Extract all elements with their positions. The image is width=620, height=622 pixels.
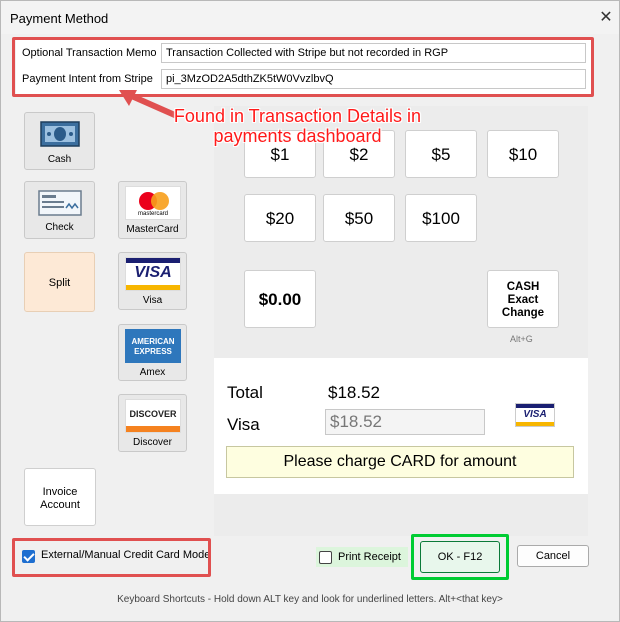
amount-zero-button[interactable]: $0.00 — [244, 270, 316, 328]
check-icon — [38, 190, 82, 216]
cash-exact-line1: CASH — [506, 281, 540, 293]
invoice-account-label: Invoice Account — [40, 486, 80, 511]
memo-input[interactable]: Transaction Collected with Stripe but no… — [161, 43, 586, 63]
discover-label: Discover — [133, 437, 172, 448]
cash-exact-line2: Exact — [507, 294, 539, 306]
total-label: Total — [227, 383, 263, 402]
title-bar: Payment Method ✕ — [0, 0, 620, 34]
memo-label: Optional Transaction Memo — [22, 47, 157, 59]
amount-50-button[interactable]: $50 — [323, 194, 395, 242]
cash-label: Cash — [47, 154, 72, 165]
check-label: Check — [45, 222, 74, 233]
discover-logo-stripe — [126, 426, 180, 432]
split-label: Split — [48, 277, 71, 289]
cash-button[interactable]: Cash — [24, 112, 95, 170]
close-icon[interactable]: ✕ — [596, 8, 616, 28]
keyboard-shortcuts-hint: Keyboard Shortcuts - Hold down ALT key a… — [117, 594, 503, 605]
visa-label: Visa — [142, 295, 163, 306]
mastercard-logo: mastercard — [125, 186, 181, 220]
total-value: $18.52 — [328, 383, 380, 402]
annotation-text: Found in Transaction Details in payments… — [173, 106, 422, 146]
discover-logo-text: DISCOVER — [129, 409, 177, 419]
visa-logo: VISA — [125, 257, 181, 291]
amount-20-button[interactable]: $20 — [244, 194, 316, 242]
invoice-account-button[interactable]: Invoice Account — [24, 468, 96, 526]
intent-input[interactable]: pi_3MzOD2A5dthZK5tW0VvzlbvQ — [161, 69, 586, 89]
visa-card-icon-text: VISA — [523, 409, 547, 420]
visa-total-label: Visa — [227, 415, 260, 434]
amex-logo: AMERICAN EXPRESS — [125, 329, 181, 363]
check-button[interactable]: Check — [24, 181, 95, 239]
cash-exact-line3: Change — [501, 307, 545, 319]
amex-logo-top: AMERICAN — [131, 337, 175, 346]
print-receipt-label: Print Receipt — [338, 551, 401, 563]
manual-mode-checkbox[interactable] — [22, 550, 35, 563]
visa-logo-top-stripe — [126, 258, 180, 263]
visa-logo-text: VISA — [134, 264, 172, 281]
mastercard-logo-text: mastercard — [137, 211, 168, 217]
amount-10-button[interactable]: $10 — [487, 130, 559, 178]
memo-panel: Optional Transaction Memo Transaction Co… — [16, 38, 594, 96]
cash-icon — [40, 121, 80, 147]
cancel-button[interactable]: Cancel — [517, 545, 589, 567]
cash-exact-change-button[interactable]: CASH Exact Change — [487, 270, 559, 328]
cash-exact-shortcut: Alt+G — [510, 334, 533, 344]
amount-100-button[interactable]: $100 — [405, 194, 477, 242]
window-title: Payment Method — [10, 11, 109, 26]
ok-button[interactable]: OK - F12 — [420, 541, 500, 573]
visa-logo-bottom-stripe — [126, 285, 180, 290]
mastercard-button[interactable]: mastercard MasterCard — [118, 181, 187, 239]
discover-button[interactable]: DISCOVER Discover — [118, 394, 187, 452]
mastercard-label: MasterCard — [126, 224, 179, 235]
visa-card-top-stripe — [516, 404, 554, 408]
discover-logo: DISCOVER — [125, 399, 181, 433]
amex-logo-bottom: EXPRESS — [134, 347, 172, 356]
manual-mode-label: External/Manual Credit Card Mode — [41, 549, 211, 561]
amex-button[interactable]: AMERICAN EXPRESS Amex — [118, 324, 187, 381]
amex-label: Amex — [139, 367, 166, 378]
intent-label: Payment Intent from Stripe — [22, 73, 153, 85]
visa-card-icon: VISA — [515, 403, 555, 427]
visa-amount-field[interactable]: $18.52 — [325, 409, 485, 435]
visa-button[interactable]: VISA Visa — [118, 252, 187, 310]
charge-message: Please charge CARD for amount — [226, 446, 574, 478]
split-button[interactable]: Split — [24, 252, 95, 312]
print-receipt-checkbox[interactable] — [319, 551, 332, 564]
visa-card-bottom-stripe — [516, 422, 554, 426]
